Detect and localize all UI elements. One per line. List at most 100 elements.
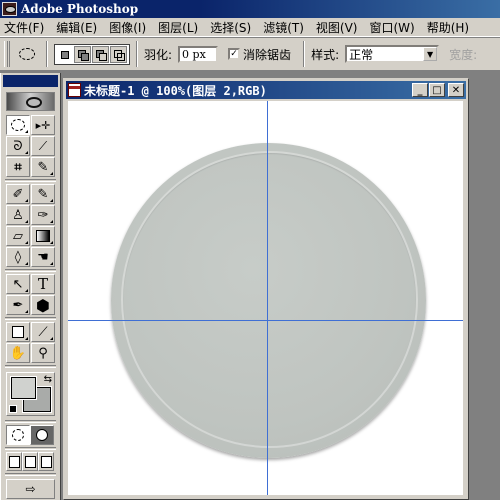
document-title: 未标题-1 @ 100%(图层 2,RGB) — [84, 83, 267, 98]
blur-tool[interactable]: ◊ — [6, 247, 30, 267]
options-bar: 羽化: 0 px ✓ 消除锯齿 样式: 正常 ▼ 宽度: — [0, 37, 500, 70]
divider — [5, 365, 56, 368]
type-tool[interactable]: T — [31, 274, 55, 294]
app-title: Adobe Photoshop — [21, 2, 139, 16]
divider — [46, 41, 48, 67]
notes-tool[interactable] — [6, 322, 30, 342]
menu-view[interactable]: 视图(V) — [316, 19, 358, 36]
standard-screen-mode-button[interactable] — [6, 452, 22, 471]
zoom-tool[interactable]: ⚲ — [31, 343, 55, 363]
healing-brush-tool[interactable]: ✐ — [6, 184, 30, 204]
subtract-from-selection-button[interactable] — [92, 45, 109, 63]
tool-grid-paint: ✐ ✎ ♙ ✑ ▱ ◊ ☚ — [6, 184, 60, 267]
elliptical-marquee-tool[interactable] — [6, 115, 30, 135]
chevron-down-icon[interactable]: ▼ — [423, 47, 438, 61]
document-icon — [68, 83, 81, 97]
full-screen-menu-mode-button[interactable] — [22, 452, 38, 471]
menu-window[interactable]: 窗口(W) — [369, 19, 414, 36]
document-window: 未标题-1 @ 100%(图层 2,RGB) _ □ ✕ — [63, 78, 469, 500]
antialias-checkbox[interactable]: ✓ — [228, 48, 241, 60]
divider — [303, 41, 306, 67]
menu-layer[interactable]: 图层(L) — [158, 19, 198, 36]
new-selection-button[interactable] — [56, 45, 73, 63]
menu-image[interactable]: 图像(I) — [109, 19, 146, 36]
default-colors-icon[interactable] — [9, 405, 17, 413]
move-tool[interactable]: ▸✛ — [31, 115, 55, 135]
divider — [136, 41, 138, 67]
circle-shape-layer — [111, 143, 426, 458]
quick-mask-button[interactable] — [30, 425, 54, 445]
history-brush-tool[interactable]: ✑ — [31, 205, 55, 225]
photoshop-app-icon — [2, 2, 17, 16]
new-selection-icon — [61, 50, 69, 59]
hand-icon: ✋ — [9, 345, 27, 361]
quick-mask-icon — [36, 429, 48, 441]
full-screen-mode-button[interactable] — [38, 452, 54, 471]
adobe-online-logo[interactable] — [6, 92, 55, 111]
lasso-tool[interactable]: ᘐ — [6, 136, 30, 156]
slice-tool[interactable]: ✎ — [31, 157, 55, 177]
standard-mode-icon — [12, 429, 24, 441]
vertical-guide[interactable] — [267, 101, 268, 495]
clone-stamp-icon: ♙ — [12, 207, 24, 223]
minimize-button[interactable]: _ — [412, 83, 428, 97]
style-value: 正常 — [349, 47, 374, 62]
menu-edit[interactable]: 编辑(E) — [56, 19, 97, 36]
style-select[interactable]: 正常 ▼ — [345, 45, 440, 63]
menu-bar: 文件(F) 编辑(E) 图像(I) 图层(L) 选择(S) 滤镜(T) 视图(V… — [0, 18, 500, 37]
menu-file[interactable]: 文件(F) — [4, 19, 44, 36]
hand-tool[interactable]: ✋ — [6, 343, 30, 363]
toolbox-title-bar[interactable] — [3, 75, 58, 87]
jump-to-imageready-button[interactable]: ⇨ — [6, 479, 55, 499]
horizontal-guide[interactable] — [68, 320, 463, 321]
pen-tool[interactable]: ✒ — [6, 295, 30, 315]
eyedropper-icon: ⟋ — [38, 324, 48, 340]
eraser-tool[interactable]: ▱ — [6, 226, 30, 246]
document-title-bar[interactable]: 未标题-1 @ 100%(图层 2,RGB) _ □ ✕ — [66, 81, 466, 99]
custom-shape-tool[interactable]: ⬢ — [31, 295, 55, 315]
window-controls: _ □ ✕ — [411, 83, 464, 97]
menu-filter[interactable]: 滤镜(T) — [263, 19, 304, 36]
path-selection-tool[interactable]: ↖ — [6, 274, 30, 294]
intersect-selection-button[interactable] — [110, 45, 127, 63]
close-button[interactable]: ✕ — [448, 83, 464, 97]
tool-grid-selection: ▸✛ ᘐ ⟋ ⌗ ✎ — [6, 115, 60, 177]
elliptical-marquee-icon — [19, 48, 35, 60]
divider — [5, 473, 56, 476]
clone-stamp-tool[interactable]: ♙ — [6, 205, 30, 225]
menu-select[interactable]: 选择(S) — [210, 19, 251, 36]
toolbox: ▸✛ ᘐ ⟋ ⌗ ✎ ✐ ✎ ♙ ✑ ▱ ◊ ☚ ↖ T ✒ ⬢ ⟋ ✋ ⚲ ⇆ — [0, 73, 61, 500]
gradient-tool[interactable] — [31, 226, 55, 246]
tool-preset-picker[interactable] — [14, 41, 40, 67]
magic-wand-icon: ⟋ — [38, 138, 48, 153]
dodge-icon: ☚ — [37, 249, 49, 265]
swap-colors-icon[interactable]: ⇆ — [44, 374, 52, 385]
screen-mode-row — [6, 452, 60, 471]
menu-help[interactable]: 帮助(H) — [427, 19, 469, 36]
dodge-tool[interactable]: ☚ — [31, 247, 55, 267]
magic-wand-tool[interactable]: ⟋ — [31, 136, 55, 156]
maximize-button[interactable]: □ — [429, 83, 445, 97]
feather-label: 羽化: — [144, 47, 173, 62]
foreground-color-swatch[interactable] — [10, 376, 37, 400]
crop-icon: ⌗ — [14, 159, 22, 175]
crop-tool[interactable]: ⌗ — [6, 157, 30, 177]
slice-icon: ✎ — [37, 159, 49, 175]
jump-to-icon: ⇨ — [25, 482, 36, 496]
pen-icon: ✒ — [12, 297, 24, 313]
image-canvas[interactable] — [68, 101, 463, 495]
add-to-selection-button[interactable] — [74, 45, 91, 63]
feather-input[interactable]: 0 px — [178, 45, 219, 63]
mask-mode-row — [6, 425, 60, 445]
selection-mode-group — [54, 43, 130, 65]
brush-icon: ✎ — [37, 186, 49, 202]
full-screen-menu-icon — [24, 455, 36, 468]
antialias-label: 消除锯齿 — [243, 47, 292, 62]
brush-tool[interactable]: ✎ — [31, 184, 55, 204]
standard-mode-button[interactable] — [6, 425, 30, 445]
divider — [5, 317, 56, 320]
eyedropper-tool[interactable]: ⟋ — [31, 322, 55, 342]
history-brush-icon: ✑ — [37, 207, 49, 223]
options-bar-grip[interactable] — [4, 41, 10, 67]
hexagon-shape-icon: ⬢ — [36, 295, 50, 315]
